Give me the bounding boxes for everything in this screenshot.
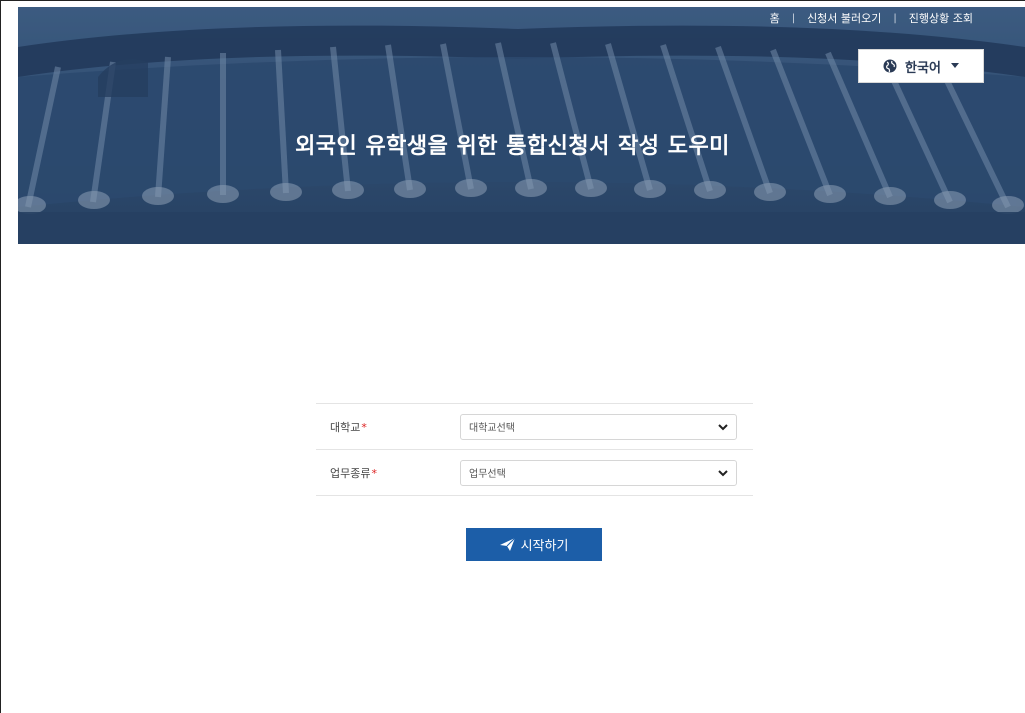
nav-separator: |	[791, 12, 796, 24]
university-label: 대학교*	[316, 419, 460, 435]
hero-overlay	[18, 7, 1025, 244]
nav-home-link[interactable]: 홈	[770, 10, 780, 26]
chevron-down-icon	[718, 469, 728, 476]
page-title: 외국인 유학생을 위한 통합신청서 작성 도우미	[295, 134, 730, 159]
university-select[interactable]: 대학교선택	[460, 413, 737, 440]
top-nav: 홈 | 신청서 불러오기 | 진행상황 조회	[770, 10, 973, 26]
application-form: 대학교* 대학교선택 업무종류* 업무선택	[316, 403, 753, 496]
task-type-select[interactable]: 업무선택	[460, 459, 737, 486]
hero-banner	[18, 7, 1025, 244]
caret-down-icon	[950, 63, 959, 68]
university-label-text: 대학교	[330, 420, 361, 434]
required-mark: *	[361, 420, 367, 434]
language-label: 한국어	[905, 60, 941, 76]
chevron-down-icon	[718, 423, 728, 430]
nav-load-application-link[interactable]: 신청서 불러오기	[807, 10, 881, 26]
university-row: 대학교* 대학교선택	[316, 404, 753, 450]
task-type-select-value: 업무선택	[469, 469, 506, 480]
task-type-row: 업무종류* 업무선택	[316, 450, 753, 496]
language-selector[interactable]: 한국어	[858, 49, 984, 83]
nav-progress-check-link[interactable]: 진행상황 조회	[909, 10, 973, 26]
university-select-value: 대학교선택	[469, 423, 515, 434]
globe-icon	[883, 59, 897, 73]
start-button[interactable]: 시작하기	[466, 528, 602, 561]
task-type-label-text: 업무종류	[330, 466, 371, 480]
nav-separator: |	[893, 12, 897, 24]
required-mark: *	[371, 466, 377, 480]
paper-plane-icon	[499, 538, 515, 551]
start-button-label: 시작하기	[520, 539, 569, 554]
task-type-label: 업무종류*	[316, 465, 460, 481]
